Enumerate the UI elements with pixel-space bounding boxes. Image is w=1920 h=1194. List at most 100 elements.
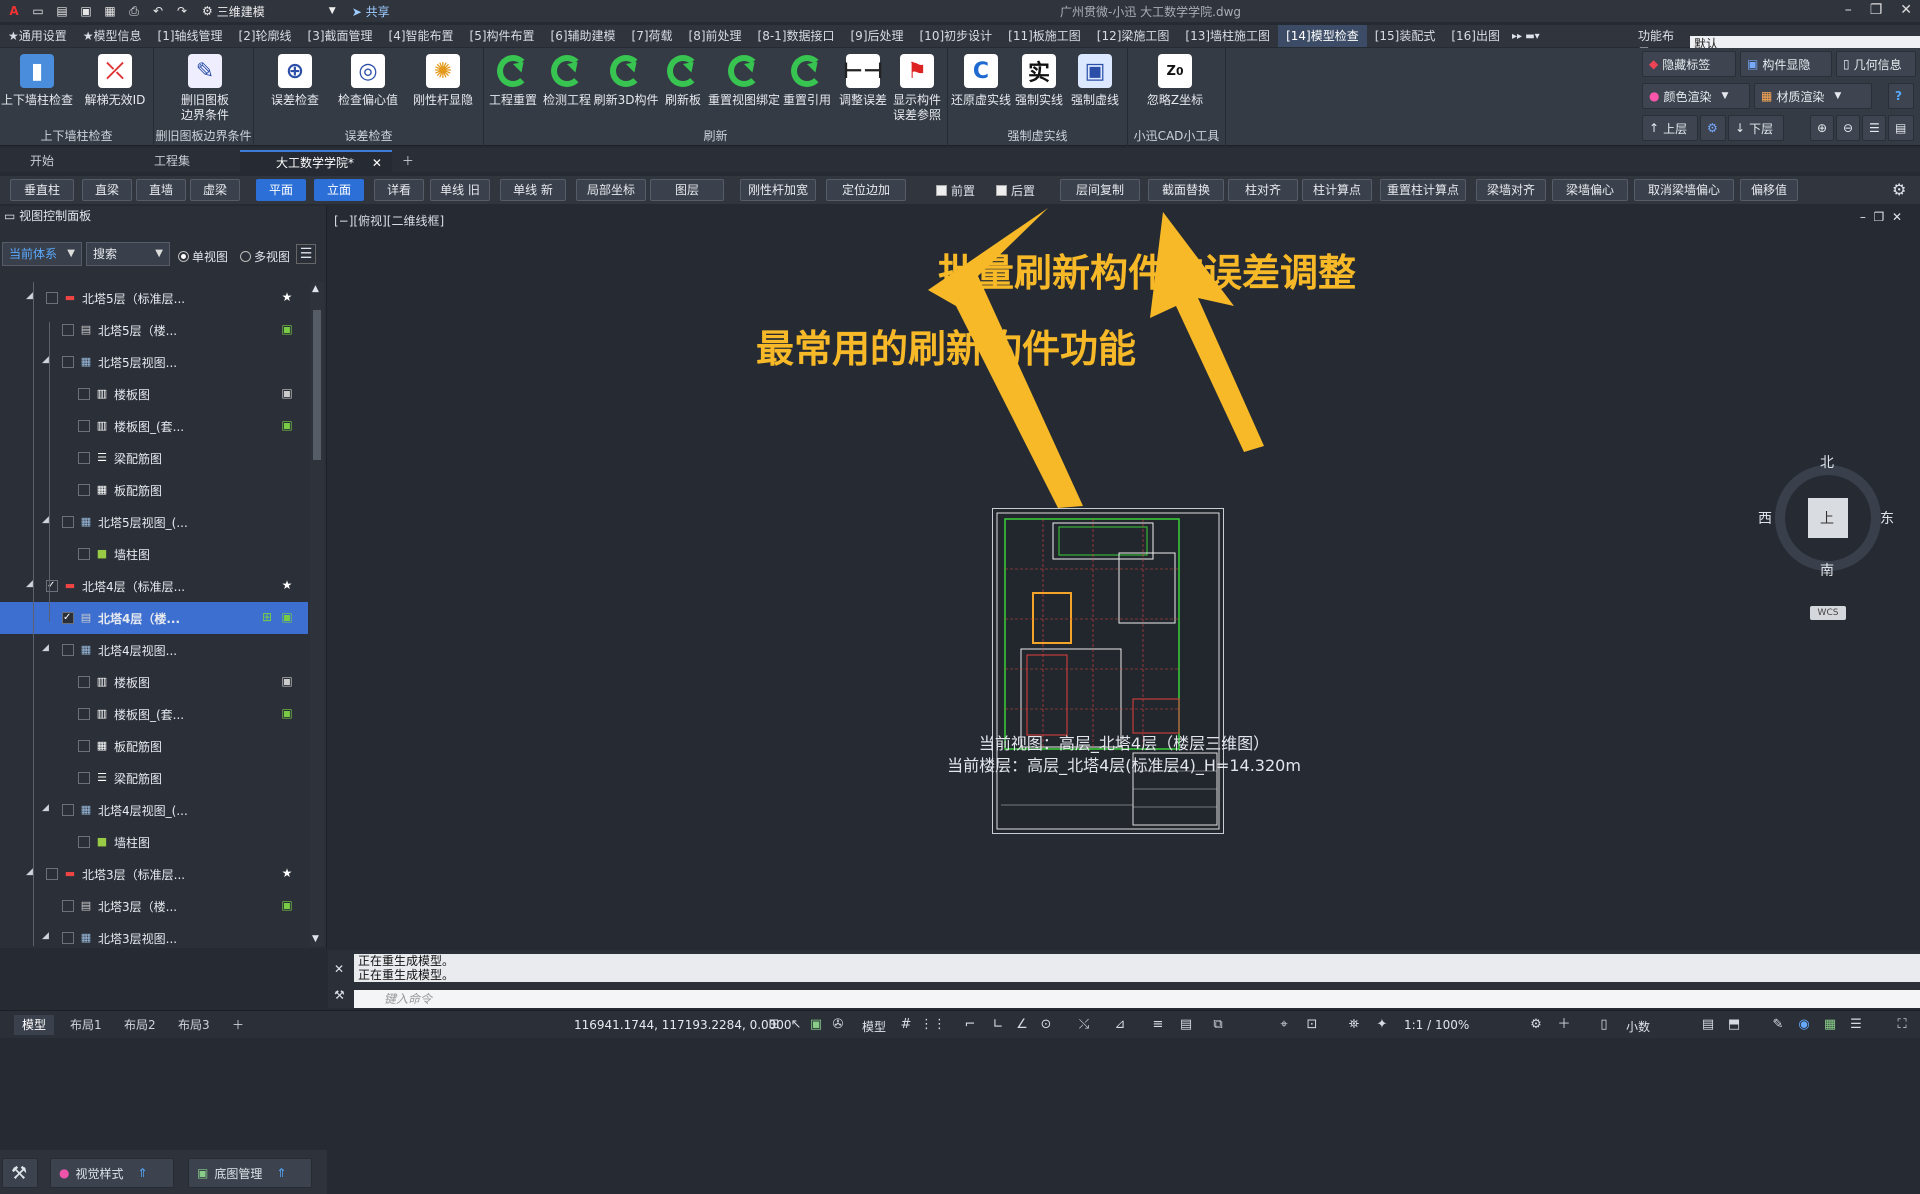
cmd-button-9[interactable]: 局部坐标 [576,179,646,201]
view-cube-top[interactable]: 上 [1820,508,1834,528]
tree-row[interactable]: ▦ 板配筋图 [0,474,308,506]
cmd-button-23[interactable]: 偏移值 [1740,179,1798,201]
menu-tab-9[interactable]: [8]前处理 [681,25,750,47]
add-layout-button[interactable]: ＋ [224,1015,252,1035]
command-close-icon[interactable]: ✕ [334,962,344,976]
menu-icon[interactable]: ☰ [296,244,316,264]
tree-row[interactable]: ◢ ▦ 北塔4层视图... [0,634,308,666]
scroll-down-icon[interactable]: ▼ [312,934,319,944]
tree-checkbox[interactable] [78,548,90,560]
tree-checkbox[interactable] [62,804,74,816]
gray-layer-icon[interactable]: ▣ [280,674,294,688]
tree-checkbox[interactable] [78,388,90,400]
customize-icon[interactable]: ☰ [1848,1017,1864,1033]
tab-model[interactable]: 模型 [14,1015,55,1035]
menu-tab-16[interactable]: [14]模型检查 [1278,25,1367,47]
scroll-up-icon[interactable]: ▲ [312,284,319,294]
menu-tab-12[interactable]: [10]初步设计 [912,25,1001,47]
view-cube[interactable]: 北 南 东 西 上 [1758,455,1894,579]
tree-row[interactable]: ◢ ▬ 北塔3层（标准层... ★ [0,858,308,890]
grid-view-icon[interactable]: ⊞ [260,610,274,624]
menu-tab-4[interactable]: [3]截面管理 [300,25,381,47]
tree-row[interactable]: ◢ ✓ ▬ 北塔4层（标准层... ★ [0,570,308,602]
isolate-icon[interactable]: ✎ [1770,1017,1786,1033]
fan-icon[interactable]: ✇ [830,1017,846,1033]
project-reset-button[interactable]: 工程重置 [484,54,542,108]
tree-row[interactable]: ▥ 楼板图 ▣ [0,666,308,698]
tab-current-drawing[interactable]: 大工数学学院* ✕ [240,150,392,172]
show-error-reference-button[interactable]: ⚑ 显示构件 误差参照 [888,54,946,123]
detect-project-button[interactable]: 检测工程 [538,54,596,108]
tree-row[interactable]: ▥ 楼板图_(套... ▣ [0,410,308,442]
cmd-button-20[interactable]: 梁墙对齐 [1476,179,1546,201]
tree-row[interactable]: ◢ ▬ 北塔5层（标准层... ★ [0,282,308,314]
undo-icon[interactable]: ↶ [150,3,166,19]
down-floor-button[interactable]: ↓ 下层 [1728,115,1784,141]
tree-row[interactable]: ✓ ▤ 北塔4层（楼... ▣ ⊞ [0,602,308,634]
pointer-icon[interactable]: ↖ [788,1017,804,1033]
tools-button[interactable]: ⚒ [2,1158,38,1188]
menu-tab-13[interactable]: [11]板施工图 [1000,25,1089,47]
minimize-icon[interactable]: – [1845,2,1852,18]
green-layer-icon[interactable]: ▣ [280,322,294,336]
more-tabs-icon[interactable]: ▸▸ ▬▾ [1512,31,1540,42]
tree-checkbox[interactable] [62,900,74,912]
ignore-z-button[interactable]: Z0 忽略Z坐标 [1146,54,1204,108]
rigid-bar-toggle-button[interactable]: ✺ 刚性杆显隐 [413,54,473,108]
workspace-gear-icon[interactable]: ⚙ [1528,1017,1544,1033]
checkbox[interactable] [996,185,1007,196]
osnap-icon[interactable]: ⊙ [1038,1017,1054,1033]
selection-cycle-icon[interactable]: ⧉ [1210,1017,1226,1033]
cmd-button-8[interactable]: 单线 新 [500,179,566,201]
cmd-button-0[interactable]: 垂直柱 [10,179,74,201]
system-select[interactable]: 当前体系 ▼ [2,242,82,266]
open-folder-icon[interactable]: ▤ [54,3,70,19]
expand-arrow-icon[interactable]: ◢ [42,515,49,525]
tree-checkbox[interactable] [46,292,58,304]
tree-row[interactable]: ▥ 楼板图_(套... ▣ [0,698,308,730]
menu-tab-11[interactable]: [9]后处理 [843,25,912,47]
floor-settings-button[interactable]: ⚙ [1700,115,1726,141]
zoom-in-button[interactable]: ⊕ [1810,115,1834,141]
menu-tab-15[interactable]: [13]墙柱施工图 [1177,25,1278,47]
clean-screen-icon[interactable]: ▦ [1822,1017,1838,1033]
expand-arrow-icon[interactable]: ◢ [26,291,33,301]
menu-tab-14[interactable]: [12]梁施工图 [1089,25,1178,47]
menu-tab-17[interactable]: [15]装配式 [1367,25,1444,47]
hide-tags-button[interactable]: ◆ 隐藏标签 [1642,51,1736,77]
cmd-button-18[interactable]: 柱计算点 [1302,179,1372,201]
expand-arrow-icon[interactable]: ◢ [42,931,49,941]
units-readout[interactable]: 小数 [1626,1018,1650,1035]
ucs-icon[interactable]: ⌐ [962,1017,978,1033]
green-layer-icon[interactable]: ▣ [280,898,294,912]
base-map-button[interactable]: ▣ 底图管理 ⇑ [188,1158,312,1188]
save-as-icon[interactable]: ▦ [102,3,118,19]
close-tab-icon[interactable]: ✕ [372,156,382,170]
force-solid-button[interactable]: 实 强制实线 [1010,54,1068,108]
geometry-info-button[interactable]: ▯ 几何信息 [1836,51,1916,77]
model-space-label[interactable]: 模型 [862,1018,886,1035]
zoom-out-button[interactable]: ⊖ [1836,115,1860,141]
menu-tab-1[interactable]: ★模型信息 [75,25,150,47]
tree-checkbox[interactable] [78,452,90,464]
cmd-button-21[interactable]: 梁墙偏心 [1552,179,1628,201]
tab-project-set[interactable]: 工程集 [120,150,240,172]
cmd-button-2[interactable]: 直墙 [136,179,186,201]
drawing-canvas[interactable]: [−][俯视][二维线框] – ❐ ✕ 批量刷新构件的误差调整 最常用的刷新构件… [328,206,1920,948]
tree-row[interactable]: ◢ ▦ 北塔3层视图... [0,922,308,946]
menu-tab-6[interactable]: [5]构件布置 [462,25,543,47]
cmd-check-13[interactable]: 前置 [936,182,975,199]
tree-scrollbar[interactable]: ▲ ▼ [310,282,324,946]
annotation-scale-icon[interactable]: ⊡ [1304,1017,1320,1033]
tree-checkbox[interactable]: ✓ [46,580,58,592]
tree-row[interactable]: ▦ 板配筋图 [0,730,308,762]
add-icon[interactable]: ＋ [1556,1017,1572,1033]
tree-checkbox[interactable] [78,772,90,784]
cmd-button-19[interactable]: 重置柱计算点 [1380,179,1466,201]
object-track-icon[interactable]: ⤯ [1076,1017,1092,1033]
tree-checkbox[interactable] [62,356,74,368]
transparency-icon[interactable]: ▤ [1178,1017,1194,1033]
tree-checkbox[interactable] [62,324,74,336]
cmd-button-22[interactable]: 取消梁墙偏心 [1634,179,1734,201]
cmd-button-5[interactable]: 立面 [314,179,364,201]
